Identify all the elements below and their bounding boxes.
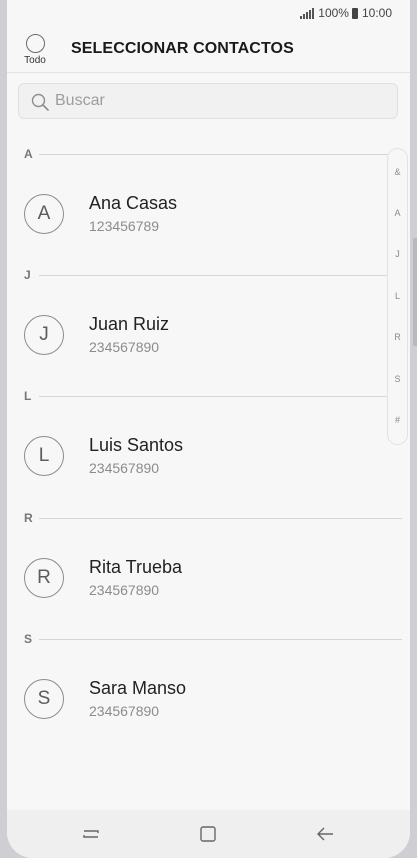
battery-percent: 100% <box>318 6 349 20</box>
contact-row[interactable]: J Juan Ruiz 234567890 <box>7 296 387 374</box>
header-divider <box>7 72 410 73</box>
index-item[interactable]: R <box>388 332 407 342</box>
index-item[interactable]: & <box>388 167 407 177</box>
phone-screen: 100% 10:00 Todo SELECCIONAR CONTACTOS A … <box>7 0 410 858</box>
contact-name: Juan Ruiz <box>89 314 170 334</box>
section-letter: J <box>24 268 31 282</box>
avatar: A <box>24 194 64 234</box>
status-bar: 100% 10:00 <box>7 0 410 27</box>
alphabet-index-bar[interactable]: & A J L R S # <box>387 148 408 445</box>
section-letter: L <box>24 389 32 403</box>
section-divider <box>39 154 402 155</box>
avatar: L <box>24 436 64 476</box>
section-header-s: S <box>24 632 402 648</box>
section-letter: S <box>24 632 33 646</box>
contact-row[interactable]: L Luis Santos 234567890 <box>7 417 387 495</box>
section-header-j: J <box>24 268 402 284</box>
section-divider <box>39 396 402 397</box>
page-title: SELECCIONAR CONTACTOS <box>71 40 294 57</box>
index-item[interactable]: J <box>388 249 407 259</box>
contact-name: Rita Trueba <box>89 557 183 577</box>
section-header-r: R <box>24 511 402 527</box>
index-item[interactable]: # <box>388 415 407 425</box>
checkbox-circle-icon <box>25 34 45 53</box>
search-bar[interactable] <box>18 83 398 119</box>
section-header-a: A <box>24 147 402 163</box>
contact-row[interactable]: A Ana Casas 123456789 <box>7 175 387 253</box>
side-button <box>413 238 417 346</box>
back-icon[interactable] <box>313 822 337 846</box>
search-icon <box>31 93 49 111</box>
index-item[interactable]: S <box>388 374 407 384</box>
header: Todo SELECCIONAR CONTACTOS <box>7 28 410 74</box>
section-divider <box>39 275 402 276</box>
select-all-checkbox[interactable]: Todo <box>17 34 53 66</box>
section-letter: R <box>24 511 33 525</box>
section-divider <box>39 518 402 519</box>
section-header-l: L <box>24 389 402 405</box>
recents-icon[interactable] <box>79 822 103 846</box>
contact-name: Luis Santos <box>89 435 184 455</box>
contact-number: 234567890 <box>89 703 160 719</box>
avatar: J <box>24 315 64 355</box>
signal-icon <box>300 7 315 19</box>
navigation-bar <box>7 810 410 858</box>
contact-number: 234567890 <box>89 582 160 598</box>
index-item[interactable]: A <box>388 208 407 218</box>
avatar: S <box>24 679 64 719</box>
contact-row[interactable]: R Rita Trueba 234567890 <box>7 539 387 617</box>
contact-name: Sara Manso <box>89 678 187 698</box>
section-letter: A <box>24 147 33 161</box>
select-all-label: Todo <box>24 55 46 66</box>
status-time: 10:00 <box>361 6 392 20</box>
contact-number: 123456789 <box>89 218 160 234</box>
contact-number: 234567890 <box>89 339 160 355</box>
contact-name: Ana Casas <box>89 193 178 213</box>
avatar: R <box>24 558 64 598</box>
battery-icon <box>351 7 358 19</box>
contact-number: 234567890 <box>89 460 160 476</box>
index-item[interactable]: L <box>388 291 407 301</box>
search-input[interactable] <box>55 84 385 118</box>
contact-row[interactable]: S Sara Manso 234567890 <box>7 660 387 738</box>
home-icon[interactable] <box>196 822 220 846</box>
section-divider <box>39 639 402 640</box>
